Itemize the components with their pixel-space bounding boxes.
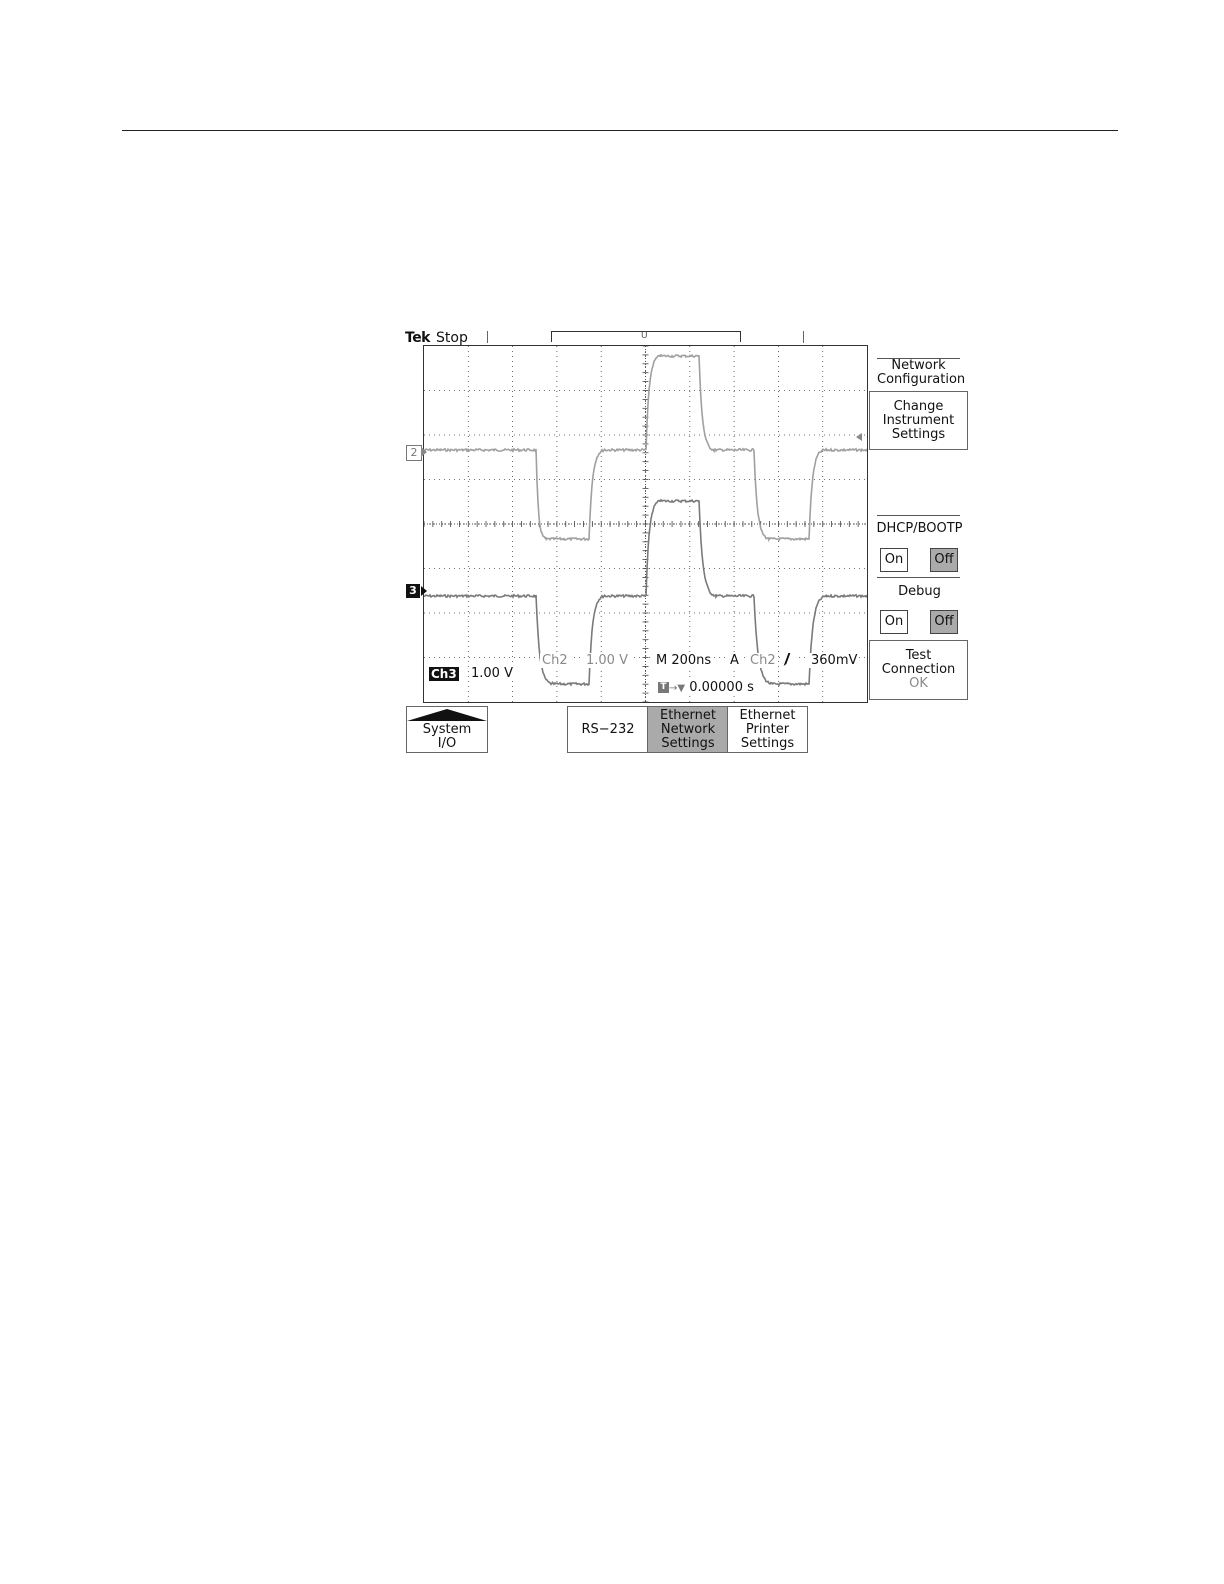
- side-menu-title: Network Configuration: [877, 358, 966, 387]
- brand-logo: Tek: [405, 330, 431, 346]
- ch2-readout-label: Ch2: [540, 653, 570, 668]
- ch3-marker-arrow: [421, 586, 427, 596]
- graticule: Ch3 1.00 V Ch2 1.00 V M 200ns A Ch2 360m…: [423, 345, 868, 703]
- ch3-ground-marker: 3: [406, 584, 420, 598]
- record-position-marker: U: [641, 331, 648, 341]
- top-division-tick: [803, 331, 804, 343]
- timebase-readout: M 200ns: [654, 653, 714, 668]
- trigger-level-marker: [856, 433, 862, 441]
- test-connection-button[interactable]: Test Connection OK: [869, 640, 968, 700]
- rs232-button[interactable]: RS−232: [567, 706, 649, 753]
- ch3-scale-readout: 1.00 V: [469, 666, 515, 681]
- menu-up-arrow-icon: [407, 708, 487, 721]
- debug-on-button[interactable]: On: [880, 610, 908, 634]
- ch2-ground-marker: 2: [406, 445, 422, 461]
- debug-label: Debug: [898, 584, 941, 599]
- ch2-marker-arrow: [421, 447, 427, 457]
- top-division-tick: [487, 331, 488, 343]
- trigger-level-readout: 360mV: [809, 653, 860, 668]
- trigger-time-readout: T →▼ 0.00000 s: [656, 680, 756, 695]
- dhcp-bootp-label: DHCP/BOOTP: [876, 521, 963, 536]
- test-connection-status: OK: [909, 676, 928, 691]
- dhcp-off-button[interactable]: Off: [930, 548, 958, 572]
- ch3-readout-badge: Ch3: [429, 667, 459, 681]
- acquisition-state: Stop: [436, 330, 468, 346]
- trigger-time-value: 0.00000 s: [689, 680, 754, 695]
- ethernet-printer-settings-button[interactable]: Ethernet Printer Settings: [727, 706, 808, 753]
- side-menu-divider: [877, 577, 960, 578]
- system-io-button[interactable]: System I/O: [406, 706, 488, 753]
- dhcp-on-button[interactable]: On: [880, 548, 908, 572]
- grid-lines: [424, 346, 867, 702]
- ch2-scale-readout: 1.00 V: [584, 653, 630, 668]
- trigger-time-icon: T: [658, 682, 669, 693]
- waveform-display: [424, 346, 867, 702]
- oscilloscope-screen: Tek Stop U T Ch3 1.00 V Ch2 1.00 V M 200…: [0, 0, 1224, 800]
- trigger-source-readout: Ch2: [748, 653, 778, 668]
- trigger-time-arrows: →▼: [669, 683, 686, 694]
- trigger-mode-readout: A: [728, 653, 741, 668]
- debug-off-button[interactable]: Off: [930, 610, 958, 634]
- side-menu-divider: [877, 515, 960, 516]
- change-instrument-settings-button[interactable]: Change Instrument Settings: [869, 391, 968, 450]
- trigger-slope-icon: [783, 653, 799, 670]
- ethernet-network-settings-button[interactable]: Ethernet Network Settings: [647, 706, 729, 753]
